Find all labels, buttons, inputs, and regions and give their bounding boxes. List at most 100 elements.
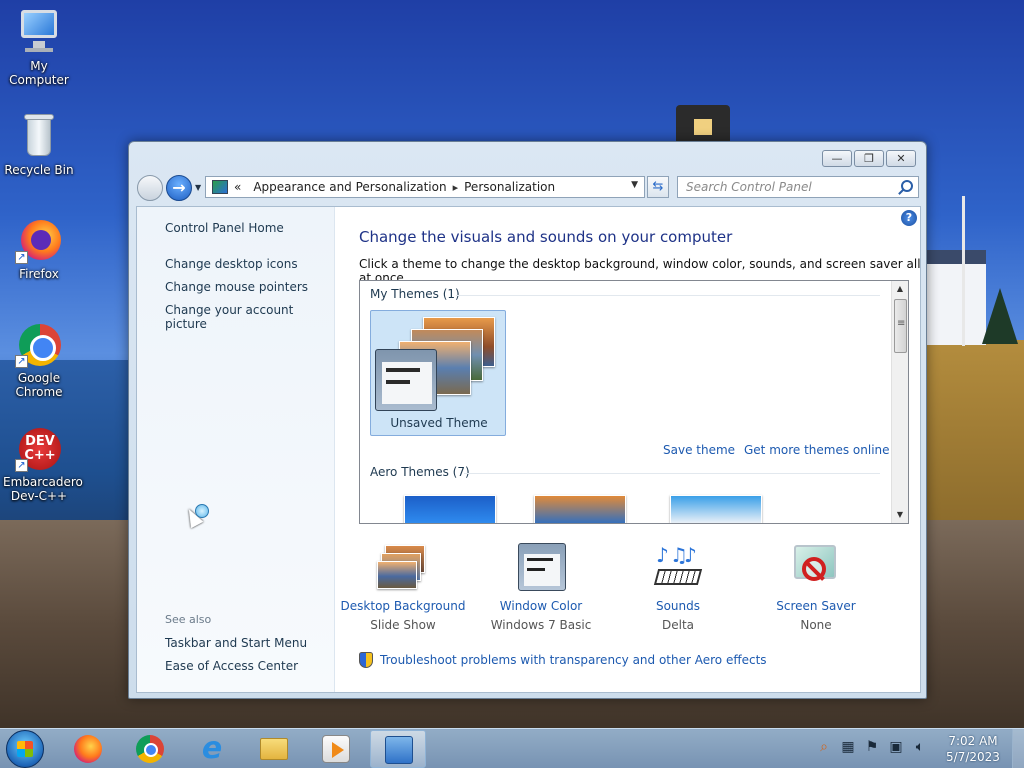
chevron-down-icon[interactable]: ▼ <box>631 180 638 190</box>
taskbar-media-player[interactable] <box>308 730 364 768</box>
wallpaper-lighthouse <box>676 105 730 145</box>
shortcut-arrow-icon: ↗ <box>15 355 28 368</box>
volume-icon[interactable]: 🔈︎ <box>912 739 928 757</box>
theme-thumbnail <box>375 317 503 411</box>
maximize-button[interactable]: ❐ <box>854 150 884 167</box>
group-divider <box>456 295 880 296</box>
screen-saver-item[interactable]: Screen Saver None <box>746 543 886 632</box>
window-color-icon <box>515 543 567 593</box>
firefox-icon <box>74 735 102 763</box>
address-overflow[interactable]: « <box>234 180 241 194</box>
clock[interactable]: 7:02 AM 5/7/2023 <box>940 733 1006 765</box>
desktop-background-icon <box>377 543 429 593</box>
computer-icon <box>15 8 63 56</box>
breadcrumb-appearance[interactable]: Appearance and Personalization <box>253 180 446 194</box>
shortcut-arrow-icon: ↗ <box>15 251 28 264</box>
network-tray-icon[interactable]: ▦ <box>840 739 856 757</box>
theme-tile-unsaved[interactable]: Unsaved Theme <box>370 310 506 436</box>
screen-saver-icon <box>790 543 842 593</box>
desktop-icon-label: Recycle Bin <box>4 163 74 177</box>
minimize-button[interactable]: — <box>822 150 852 167</box>
show-desktop-button[interactable] <box>1012 729 1024 768</box>
folder-icon <box>260 738 288 760</box>
personalization-window: — ❐ ✕ → ▼ « Appearance and Personalizati… <box>128 141 927 699</box>
see-also-heading: See also <box>165 613 212 626</box>
breadcrumb-separator[interactable]: ▸ <box>453 181 459 194</box>
address-bar[interactable]: « Appearance and Personalization ▸ Perso… <box>205 176 645 198</box>
screen-saver-value: None <box>800 618 832 632</box>
media-player-icon <box>322 735 350 763</box>
theme-list-scrollbar[interactable]: ▲ ▼ <box>891 281 908 523</box>
sidebar-link-mouse-pointers[interactable]: Change mouse pointers <box>165 280 308 294</box>
desktop-icon-recycle-bin[interactable]: Recycle Bin <box>0 112 78 177</box>
desktop-icon-label: Firefox <box>19 267 59 281</box>
back-button[interactable] <box>137 175 163 201</box>
aero-theme-characters[interactable] <box>670 495 762 523</box>
window-color-item[interactable]: Window Color Windows 7 Basic <box>471 543 611 632</box>
sidebar-link-account-picture[interactable]: Change your account picture <box>165 303 334 331</box>
wallpaper-pole <box>962 196 965 346</box>
forward-button[interactable]: → <box>166 175 192 201</box>
my-themes-heading: My Themes (1) <box>370 287 460 301</box>
desktop-icon-label: Embarcadero Dev-C++ <box>3 475 83 503</box>
taskbar-firefox[interactable] <box>60 730 116 768</box>
sounds-value: Delta <box>661 618 694 632</box>
taskbar-control-panel[interactable] <box>370 730 426 768</box>
desktop-background-link[interactable]: Desktop Background <box>333 599 473 613</box>
system-tray: ⌕ ▦ ⚑ ▣ 🔈︎ <box>816 739 928 757</box>
close-button[interactable]: ✕ <box>886 150 916 167</box>
network-status-icon[interactable]: ▣ <box>888 739 904 757</box>
recycle-bin-icon <box>15 112 63 160</box>
busy-spinner-icon <box>195 504 209 518</box>
get-more-themes-link[interactable]: Get more themes online <box>744 443 890 457</box>
start-button[interactable] <box>6 730 44 768</box>
desktop-background-value: Slide Show <box>370 618 436 632</box>
main-panel: ? Change the visuals and sounds on your … <box>336 207 921 692</box>
scroll-thumb[interactable] <box>894 299 907 353</box>
page-title: Change the visuals and sounds on your co… <box>359 228 733 246</box>
wallpaper-house <box>926 250 986 345</box>
desktop-icon-google-chrome[interactable]: ↗ Google Chrome <box>0 320 78 399</box>
window-color-link[interactable]: Window Color <box>471 599 611 613</box>
aero-theme-windows[interactable] <box>404 495 496 523</box>
save-theme-link[interactable]: Save theme <box>663 443 735 457</box>
taskbar-chrome[interactable] <box>122 730 178 768</box>
search-input[interactable]: Search Control Panel <box>677 176 919 198</box>
recent-pages-dropdown[interactable]: ▼ <box>195 183 201 192</box>
sidebar-link-ease-of-access[interactable]: Ease of Access Center <box>165 659 298 673</box>
taskbar-internet-explorer[interactable]: e <box>184 730 240 768</box>
sounds-link[interactable]: Sounds <box>608 599 748 613</box>
navigation-bar: → ▼ « Appearance and Personalization ▸ P… <box>137 174 919 201</box>
screen-saver-link[interactable]: Screen Saver <box>746 599 886 613</box>
chrome-icon: ↗ <box>15 320 63 368</box>
scroll-down-button[interactable]: ▼ <box>892 507 908 523</box>
sounds-item[interactable]: ♪ ♫ ♪ Sounds Delta <box>608 543 748 632</box>
help-icon[interactable]: ? <box>901 210 917 226</box>
scroll-up-button[interactable]: ▲ <box>892 281 908 297</box>
desktop-icon-my-computer[interactable]: My Computer <box>0 8 78 87</box>
window-controls: — ❐ ✕ <box>822 150 916 167</box>
taskbar: e ⌕ ▦ ⚑ ▣ 🔈︎ 7:02 AM 5/7/2023 <box>0 728 1024 768</box>
wallpaper-tree <box>982 288 1018 344</box>
breadcrumb-personalization[interactable]: Personalization <box>464 180 555 194</box>
desktop-icon-label: My Computer <box>9 59 69 87</box>
desktop-icon-firefox[interactable]: ↗ Firefox <box>0 216 78 281</box>
sidebar-link-taskbar[interactable]: Taskbar and Start Menu <box>165 636 307 650</box>
troubleshoot-link[interactable]: Troubleshoot problems with transparency … <box>380 653 767 667</box>
firefox-icon: ↗ <box>15 216 63 264</box>
desktop-background-item[interactable]: Desktop Background Slide Show <box>333 543 473 632</box>
desktop-icon-dev-cpp[interactable]: DEV C++ ↗ Embarcadero Dev-C++ <box>0 424 83 503</box>
refresh-button[interactable]: ⇆ <box>647 176 669 198</box>
taskbar-explorer[interactable] <box>246 730 302 768</box>
action-center-flag-icon[interactable]: ⚑ <box>864 739 880 757</box>
search-icon[interactable] <box>901 180 913 192</box>
sidebar-link-desktop-icons[interactable]: Change desktop icons <box>165 257 298 271</box>
aero-theme-architecture[interactable] <box>534 495 626 523</box>
window-color-value: Windows 7 Basic <box>490 618 592 632</box>
content-area: Control Panel Home Change desktop icons … <box>136 206 921 693</box>
search-tray-icon[interactable]: ⌕ <box>816 739 832 757</box>
group-divider <box>464 473 880 474</box>
sidebar-link-control-panel-home[interactable]: Control Panel Home <box>165 221 284 235</box>
sounds-icon: ♪ ♫ ♪ <box>652 543 704 593</box>
chrome-icon <box>136 735 164 763</box>
